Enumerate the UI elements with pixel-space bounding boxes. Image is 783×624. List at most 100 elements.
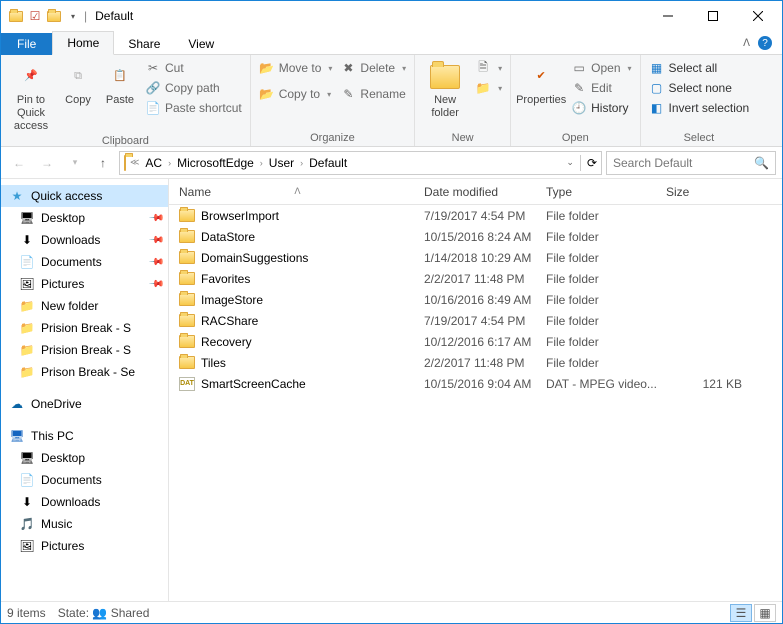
rename-button[interactable]: ✎Rename (338, 85, 408, 103)
nav-quick-item[interactable]: 📁New folder (1, 295, 168, 317)
window-title: Default (95, 9, 133, 23)
file-type: File folder (546, 314, 666, 328)
file-row[interactable]: Tiles2/2/2017 11:48 PMFile folder (169, 352, 782, 373)
recent-button[interactable]: ▾ (63, 151, 87, 175)
minimize-button[interactable] (645, 2, 690, 31)
copy-path-button[interactable]: 🔗Copy path (143, 79, 244, 97)
pin-quick-access-button[interactable]: 📌 Pin to Quick access (7, 59, 55, 134)
edit-button[interactable]: ✎Edit (569, 79, 633, 97)
breadcrumb[interactable]: User (267, 156, 296, 170)
tab-home[interactable]: Home (52, 31, 114, 55)
forward-button[interactable]: → (35, 151, 59, 175)
nav-this-pc[interactable]: 🖥This PC (1, 425, 168, 447)
nav-quick-item[interactable]: 📁Prision Break - S (1, 339, 168, 361)
column-date[interactable]: Date modified (424, 185, 546, 199)
qat-folder-icon[interactable] (45, 7, 63, 25)
file-row[interactable]: BrowserImport7/19/2017 4:54 PMFile folde… (169, 205, 782, 226)
file-type: File folder (546, 251, 666, 265)
qat-dropdown-icon[interactable]: ▾ (64, 7, 82, 25)
cut-button[interactable]: ✂Cut (143, 59, 244, 77)
search-input[interactable]: Search Default 🔍 (606, 151, 776, 175)
file-row[interactable]: Favorites2/2/2017 11:48 PMFile folder (169, 268, 782, 289)
file-row[interactable]: DomainSuggestions1/14/2018 10:29 AMFile … (169, 247, 782, 268)
collapse-ribbon-icon[interactable]: ᐱ (743, 38, 750, 49)
nav-pc-item[interactable]: 🎵Music (1, 513, 168, 535)
large-icons-view-button[interactable]: ▦ (754, 604, 776, 622)
file-name: SmartScreenCache (201, 377, 306, 391)
paste-shortcut-icon: 📄 (145, 100, 161, 116)
nav-quick-access[interactable]: ★Quick access (1, 185, 168, 207)
column-name[interactable]: Nameᐱ (169, 185, 424, 199)
file-date: 2/2/2017 11:48 PM (424, 272, 546, 286)
pin-icon: 📌 (147, 254, 164, 271)
nav-quick-item[interactable]: 📁Prison Break - Se (1, 361, 168, 383)
address-dropdown-icon[interactable]: ⌄ (566, 157, 574, 168)
close-button[interactable] (735, 2, 780, 31)
nav-quick-item[interactable]: 🖥Desktop📌 (1, 207, 168, 229)
column-size[interactable]: Size (666, 185, 782, 199)
paste-button[interactable]: 📋 Paste (101, 59, 139, 107)
pin-icon: 📌 (15, 61, 47, 93)
file-type: File folder (546, 356, 666, 370)
item-count: 9 items (7, 606, 46, 620)
delete-button[interactable]: ✖Delete (338, 59, 408, 77)
copy-button[interactable]: ⧉ Copy (59, 59, 97, 107)
nav-pc-item[interactable]: 🖼Pictures (1, 535, 168, 557)
paste-shortcut-button[interactable]: 📄Paste shortcut (143, 99, 244, 117)
copy-to-button[interactable]: 📂Copy to (257, 85, 335, 103)
nav-pc-item[interactable]: 📄Documents (1, 469, 168, 491)
nav-quick-item[interactable]: ⬇Downloads📌 (1, 229, 168, 251)
tab-file[interactable]: File (1, 33, 52, 55)
breadcrumb[interactable]: MicrosoftEdge (175, 156, 256, 170)
file-row[interactable]: Recovery10/12/2016 6:17 AMFile folder (169, 331, 782, 352)
address-bar[interactable]: ≪ AC› MicrosoftEdge› User› Default ⌄ ⟳ (119, 151, 602, 175)
breadcrumb[interactable]: Default (307, 156, 349, 170)
file-type: File folder (546, 272, 666, 286)
folder-icon (7, 7, 25, 25)
details-view-button[interactable]: ☰ (730, 604, 752, 622)
item-icon: 🖼 (19, 538, 35, 554)
nav-quick-item[interactable]: 🖼Pictures📌 (1, 273, 168, 295)
item-icon: ⬇ (19, 494, 35, 510)
back-button[interactable]: ← (7, 151, 31, 175)
chevron-right-icon[interactable]: › (298, 158, 305, 168)
group-organize: 📂Move to 📂Copy to ✖Delete ✎Rename Organi… (251, 55, 415, 146)
open-button[interactable]: ▭Open (569, 59, 633, 77)
easy-access-button[interactable]: 📁 (473, 79, 504, 97)
dat-file-icon: DAT (179, 377, 195, 391)
file-row[interactable]: DATSmartScreenCache10/15/2016 9:04 AMDAT… (169, 373, 782, 394)
file-row[interactable]: DataStore10/15/2016 8:24 AMFile folder (169, 226, 782, 247)
column-type[interactable]: Type (546, 185, 666, 199)
select-all-button[interactable]: ▦Select all (647, 59, 752, 77)
select-none-button[interactable]: ▢Select none (647, 79, 752, 97)
chevron-right-icon[interactable]: › (258, 158, 265, 168)
new-item-button[interactable]: 🗎 (473, 59, 504, 77)
invert-selection-button[interactable]: ◧Invert selection (647, 99, 752, 117)
group-new: New folder 🗎 📁 New (415, 55, 511, 146)
chevron-right-icon[interactable]: › (166, 158, 173, 168)
address-row: ← → ▾ ↑ ≪ AC› MicrosoftEdge› User› Defau… (1, 147, 782, 179)
history-button[interactable]: 🕘History (569, 99, 633, 117)
file-row[interactable]: ImageStore10/16/2016 8:49 AMFile folder (169, 289, 782, 310)
nav-onedrive[interactable]: ☁OneDrive (1, 393, 168, 415)
qat-checkbox-icon[interactable]: ☑ (26, 7, 44, 25)
new-folder-button[interactable]: New folder (421, 59, 469, 120)
refresh-button[interactable]: ⟳ (587, 156, 597, 170)
maximize-button[interactable] (690, 2, 735, 31)
move-to-button[interactable]: 📂Move to (257, 59, 335, 77)
breadcrumb[interactable]: AC (143, 156, 164, 170)
nav-pc-item[interactable]: ⬇Downloads (1, 491, 168, 513)
file-date: 7/19/2017 4:54 PM (424, 209, 546, 223)
up-button[interactable]: ↑ (91, 151, 115, 175)
nav-quick-item[interactable]: 📁Prision Break - S (1, 317, 168, 339)
tab-view[interactable]: View (174, 33, 228, 55)
chevron-right-icon[interactable]: ≪ (128, 157, 141, 168)
folder-icon (179, 272, 195, 285)
nav-pc-item[interactable]: 🖥Desktop (1, 447, 168, 469)
item-icon: 📁 (19, 342, 35, 358)
help-icon[interactable]: ? (758, 36, 772, 50)
tab-share[interactable]: Share (114, 33, 174, 55)
nav-quick-item[interactable]: 📄Documents📌 (1, 251, 168, 273)
properties-button[interactable]: ✔ Properties (517, 59, 565, 107)
file-row[interactable]: RACShare7/19/2017 4:54 PMFile folder (169, 310, 782, 331)
